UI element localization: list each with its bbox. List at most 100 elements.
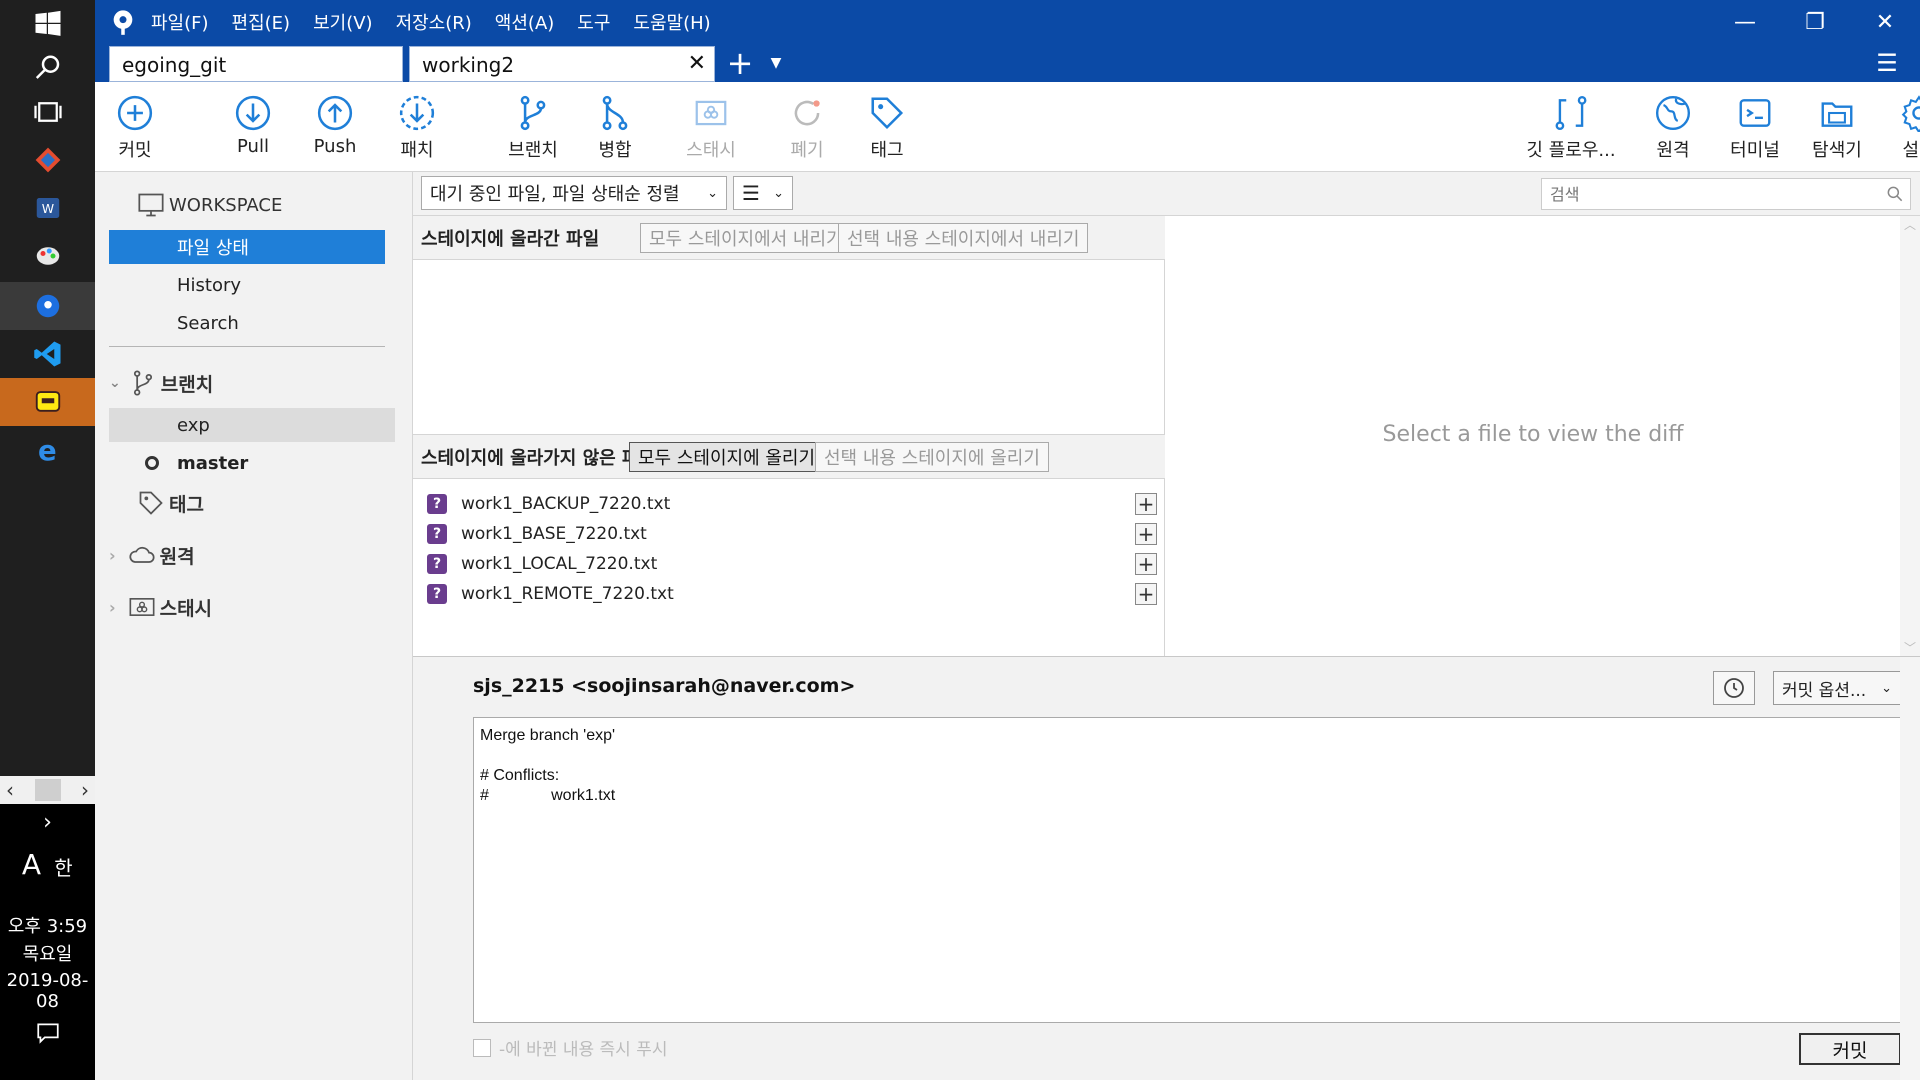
menu-view[interactable]: 보기(V) <box>313 9 372 35</box>
menu-actions[interactable]: 액션(A) <box>495 9 554 35</box>
sort-dropdown[interactable]: 대기 중인 파일, 파일 상태순 정렬 ⌄ <box>421 176 727 210</box>
terminal-button[interactable]: 터미널 <box>1715 90 1795 168</box>
tab-egoing-git[interactable]: egoing_git <box>109 46 403 82</box>
unstage-selected-button[interactable]: 선택 내용 스테이지에서 내리기 <box>838 223 1089 253</box>
windows-start-icon[interactable] <box>0 0 95 48</box>
scroll-thumb[interactable] <box>34 779 61 801</box>
commit-button[interactable]: 커밋 <box>95 90 175 168</box>
chevron-right-icon[interactable]: › <box>109 598 116 617</box>
commit-options-dropdown[interactable]: 커밋 옵션... ⌄ <box>1773 671 1901 705</box>
sidebar-item-search[interactable]: Search <box>109 306 399 340</box>
close-tab-icon[interactable]: ✕ <box>688 51 706 76</box>
branch-item-master[interactable]: master <box>109 446 399 480</box>
menu-repository[interactable]: 저장소(R) <box>396 9 472 35</box>
push-checkbox[interactable] <box>473 1038 491 1057</box>
tab-working2[interactable]: working2 ✕ <box>409 46 715 82</box>
title-bar: 파일(F) 편집(E) 보기(V) 저장소(R) 액션(A) 도구 도움말(H)… <box>95 0 1920 44</box>
kakaotalk-app-icon[interactable] <box>0 378 95 426</box>
branch-item-exp[interactable]: exp <box>109 408 395 442</box>
fetch-arrow-icon <box>399 95 435 131</box>
settings-button[interactable]: 설정 <box>1879 90 1920 168</box>
commit-history-button[interactable] <box>1713 671 1755 705</box>
clock-icon <box>1724 678 1744 698</box>
menu-file[interactable]: 파일(F) <box>151 9 209 35</box>
pull-button[interactable]: Pull <box>213 90 293 168</box>
list-view-icon: ☰ <box>742 181 760 205</box>
tab-dropdown-icon[interactable]: ▼ <box>763 44 789 82</box>
commit-submit-button[interactable]: 커밋 <box>1799 1033 1901 1065</box>
stage-file-plus-icon[interactable]: + <box>1135 492 1157 516</box>
view-mode-dropdown[interactable]: ☰ ⌄ <box>733 176 793 210</box>
menu-help[interactable]: 도움말(H) <box>633 9 710 35</box>
close-window-icon[interactable]: ✕ <box>1850 0 1920 44</box>
scroll-up-icon[interactable]: ︿ <box>1900 216 1920 233</box>
file-row[interactable]: ? work1_BASE_7220.txt + <box>427 519 1157 549</box>
task-view-icon[interactable] <box>0 88 95 136</box>
file-row[interactable]: ? work1_LOCAL_7220.txt + <box>427 549 1157 579</box>
unstaged-title: 스테이지에 올라가지 않은 파일 <box>421 447 656 469</box>
stage-file-plus-icon[interactable]: + <box>1135 522 1157 546</box>
explorer-button[interactable]: 탐색기 <box>1797 90 1877 168</box>
fetch-button[interactable]: 패치 <box>377 90 457 168</box>
commit-author: sjs_2215 <soojinsarah@naver.com> <box>473 675 856 697</box>
merge-button[interactable]: 병합 <box>575 90 655 168</box>
scroll-down-icon[interactable]: ﹀ <box>1900 639 1920 656</box>
edge-app-icon[interactable]: e <box>0 426 95 474</box>
commit-scrollbar[interactable] <box>1900 657 1920 1080</box>
restore-icon[interactable]: ❐ <box>1780 0 1850 44</box>
scroll-right-icon[interactable]: › <box>81 778 89 802</box>
globe-icon <box>1655 95 1691 131</box>
diff-scrollbar[interactable]: ︿ ﹀ <box>1900 216 1920 656</box>
untracked-icon: ? <box>427 524 447 544</box>
search-icon[interactable] <box>0 44 95 92</box>
paint-app-icon[interactable] <box>0 232 95 280</box>
commit-message-input[interactable]: Merge branch 'exp' # Conflicts: # work1.… <box>473 717 1901 1023</box>
discard-button[interactable]: 폐기 <box>767 90 847 168</box>
unstage-all-button[interactable]: 모두 스테이지에서 내리기 <box>640 223 852 253</box>
untracked-icon: ? <box>427 554 447 574</box>
sidebar-item-file-status[interactable]: 파일 상태 <box>109 230 385 264</box>
search-input[interactable] <box>1541 178 1911 210</box>
stage-file-plus-icon[interactable]: + <box>1135 552 1157 576</box>
sidebar-item-history[interactable]: History <box>109 268 399 302</box>
stage-selected-button[interactable]: 선택 내용 스테이지에 올리기 <box>815 442 1049 472</box>
search-icon[interactable] <box>1885 184 1905 204</box>
sidebar-section-branches[interactable]: ⌄ 브랜치 <box>109 366 399 400</box>
scroll-left-icon[interactable]: ‹ <box>6 778 14 802</box>
stage-all-button[interactable]: 모두 스테이지에 올리기 <box>629 442 825 472</box>
gear-icon <box>1901 95 1920 132</box>
stage-file-plus-icon[interactable]: + <box>1135 582 1157 606</box>
unstaged-header: 스테이지에 올라가지 않은 파일 모두 스테이지에 올리기 선택 내용 스테이지… <box>413 435 1165 479</box>
tag-button[interactable]: 태그 <box>847 90 927 168</box>
sourcetree-app-icon[interactable] <box>0 282 95 330</box>
hamburger-menu-icon[interactable]: ☰ <box>1872 48 1902 78</box>
tab-bar: egoing_git working2 ✕ + ▼ ☰ <box>95 44 1920 82</box>
remote-button[interactable]: 원격 <box>1633 90 1713 168</box>
menu-tools[interactable]: 도구 <box>577 9 610 35</box>
chevron-right-icon[interactable]: › <box>0 810 95 835</box>
stash-button[interactable]: 스태시 <box>671 90 751 168</box>
sidebar-section-tags[interactable]: 태그 <box>137 486 427 520</box>
sidebar-section-stashes[interactable]: › 스태시 <box>109 590 399 624</box>
gitflow-button[interactable]: 깃 플로우... <box>1521 90 1621 168</box>
push-button[interactable]: Push <box>295 90 375 168</box>
pull-arrow-icon <box>235 95 271 131</box>
menu-edit[interactable]: 편집(E) <box>232 9 291 35</box>
minimize-icon[interactable]: — <box>1710 0 1780 44</box>
vscode-app-icon[interactable] <box>0 330 95 378</box>
file-row[interactable]: ? work1_REMOTE_7220.txt + <box>427 579 1157 609</box>
notification-icon[interactable] <box>0 1020 95 1051</box>
monitor-icon <box>138 193 164 217</box>
branch-button[interactable]: 브랜치 <box>493 90 573 168</box>
git-app-icon[interactable] <box>0 136 95 184</box>
chevron-down-icon[interactable]: ⌄ <box>109 375 121 391</box>
sidebar-section-remotes[interactable]: › 원격 <box>109 538 399 572</box>
chevron-right-icon[interactable]: › <box>109 546 116 565</box>
file-row[interactable]: ? work1_BACKUP_7220.txt + <box>427 489 1157 519</box>
add-tab-icon[interactable]: + <box>723 44 757 82</box>
svg-text:W: W <box>41 201 53 216</box>
word-app-icon[interactable]: W <box>0 184 95 232</box>
taskbar-scroller[interactable]: ‹ › <box>0 776 95 804</box>
staged-files-panel: 스테이지에 올라간 파일 모두 스테이지에서 내리기 선택 내용 스테이지에서 … <box>413 216 1165 434</box>
push-immediately-option[interactable]: -에 바뀐 내용 즉시 푸시 <box>473 1035 668 1060</box>
